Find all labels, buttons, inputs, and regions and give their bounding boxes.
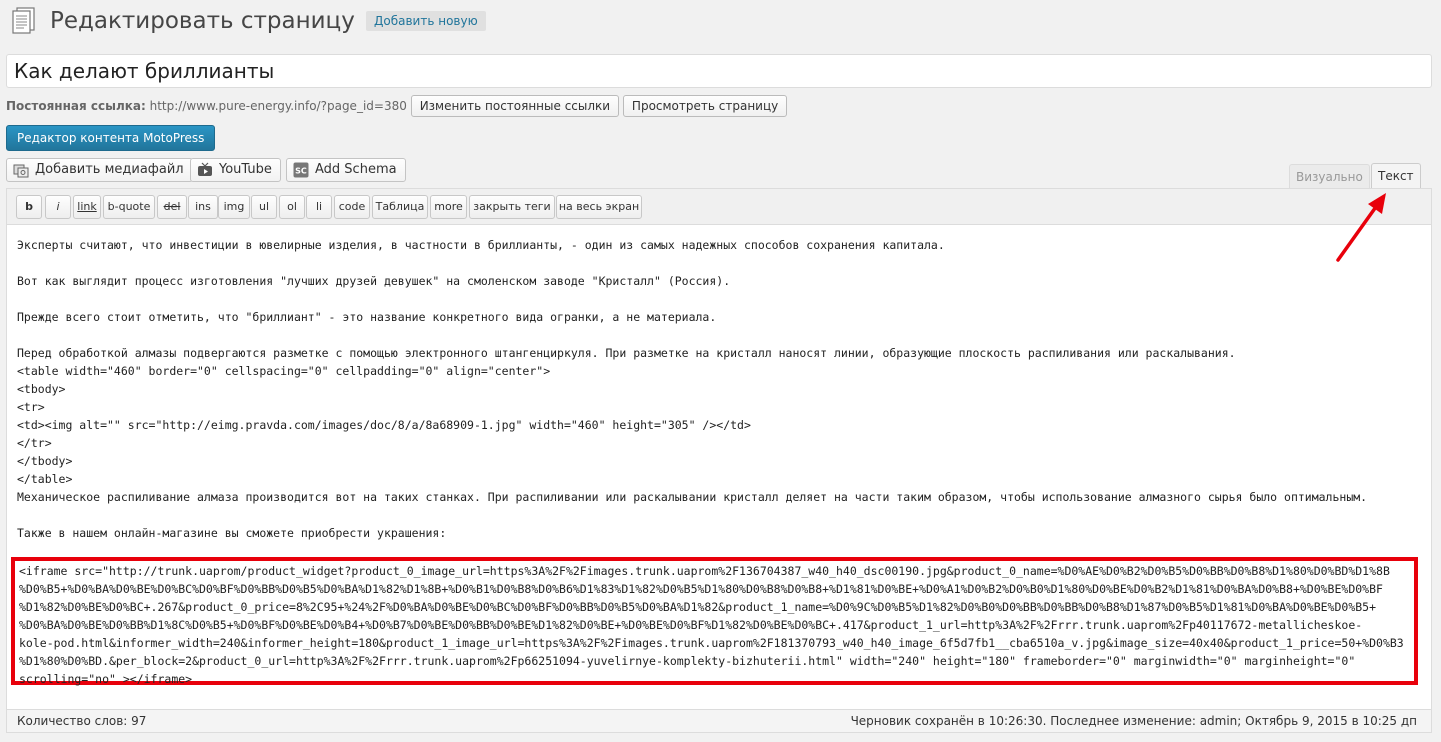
qt-ins-button[interactable]: ins bbox=[188, 195, 218, 219]
content-line: <td><img alt="" src="http://eimg.pravda.… bbox=[17, 418, 751, 432]
qt-ol-button[interactable]: ol bbox=[279, 195, 305, 219]
editor-content[interactable]: Эксперты считают, что инвестиции в ювели… bbox=[17, 236, 1422, 542]
youtube-icon bbox=[198, 162, 212, 176]
youtube-button[interactable]: YouTube bbox=[190, 158, 281, 182]
qt-code-button[interactable]: code bbox=[334, 195, 370, 219]
permalink-row: Постоянная ссылка: http://www.pure-energ… bbox=[6, 95, 788, 117]
qt-img-button[interactable]: img bbox=[218, 195, 250, 219]
content-line bbox=[17, 326, 1422, 344]
content-line: </table> bbox=[17, 472, 73, 486]
add-schema-button[interactable]: SC Add Schema bbox=[286, 158, 406, 182]
qt-li-button[interactable]: li bbox=[306, 195, 332, 219]
page-icon bbox=[8, 6, 38, 36]
content-line bbox=[17, 506, 1422, 524]
add-new-button[interactable]: Добавить новую bbox=[366, 11, 486, 31]
content-line: </tr> bbox=[17, 436, 52, 450]
page-title: Редактировать страницу bbox=[50, 8, 355, 34]
content-line bbox=[17, 290, 1422, 308]
iframe-line: %D1%82%D0%BE%D0%BC+.267&product_0_price=… bbox=[19, 600, 1377, 614]
qt-bold-button[interactable]: b bbox=[16, 195, 42, 219]
iframe-code-highlight: <iframe src="http://trunk.uaprom/product… bbox=[11, 557, 1418, 686]
content-line: <table width="460" border="0" cellspacin… bbox=[17, 364, 551, 378]
iframe-line: %D1%80%D0%BD.&per_block=2&product_0_url=… bbox=[19, 654, 1356, 668]
content-line bbox=[17, 254, 1422, 272]
qt-bquote-button[interactable]: b-quote bbox=[103, 195, 155, 219]
qt-close-tags-button[interactable]: закрыть теги bbox=[469, 195, 555, 219]
content-line: <tbody> bbox=[17, 382, 66, 396]
content-line: Эксперты считают, что инвестиции в ювели… bbox=[17, 238, 945, 252]
content-line: Вот как выглядит процесс изготовления "л… bbox=[17, 274, 731, 288]
content-line: Механическое распиливание алмаза произво… bbox=[17, 490, 1368, 504]
word-count: Количество слов: 97 bbox=[17, 714, 147, 728]
camera-icon bbox=[13, 164, 29, 178]
youtube-label: YouTube bbox=[219, 162, 272, 177]
tab-text[interactable]: Текст bbox=[1371, 163, 1421, 189]
qt-link-button[interactable]: link bbox=[73, 195, 101, 219]
qt-fullscreen-button[interactable]: на весь экран bbox=[556, 195, 642, 219]
post-title-input[interactable] bbox=[6, 54, 1432, 88]
svg-text:SC: SC bbox=[295, 167, 307, 176]
motopress-editor-button[interactable]: Редактор контента MotoPress bbox=[6, 125, 216, 151]
qt-table-button[interactable]: Таблица bbox=[372, 195, 428, 219]
autosave-status: Черновик сохранён в 10:26:30. Последнее … bbox=[850, 714, 1417, 728]
iframe-line: %D0%BA%D0%BE%D0%BB%D1%8C%D0%B5+%D0%BF%D0… bbox=[19, 618, 1363, 632]
iframe-line: <iframe src="http://trunk.uaprom/product… bbox=[19, 564, 1390, 578]
tab-visual[interactable]: Визуально bbox=[1289, 164, 1370, 189]
qt-italic-button[interactable]: i bbox=[45, 195, 71, 219]
qt-more-button[interactable]: more bbox=[430, 195, 467, 219]
iframe-line: kole-pod.html&informer_width=240&informe… bbox=[19, 636, 1404, 650]
add-media-label: Добавить медиафайл bbox=[35, 162, 184, 177]
permalink-url[interactable]: http://www.pure-energy.info/?page_id=380 bbox=[150, 99, 407, 113]
text-editor[interactable]: b i link b-quote del ins img ul ol li co… bbox=[6, 188, 1432, 733]
add-media-button[interactable]: Добавить медиафайл bbox=[6, 158, 193, 182]
change-permalinks-button[interactable]: Изменить постоянные ссылки bbox=[410, 95, 620, 117]
iframe-line: scrolling="no" ></iframe> bbox=[19, 672, 193, 686]
iframe-line: %D0%B5+%D0%BA%D0%BE%D0%BC%D0%BF%D0%BB%D0… bbox=[19, 582, 1383, 596]
content-line: Прежде всего стоит отметить, что "брилли… bbox=[17, 310, 717, 324]
content-line: <tr> bbox=[17, 400, 45, 414]
content-line: Также в нашем онлайн-магазине вы сможете… bbox=[17, 526, 447, 540]
qt-ul-button[interactable]: ul bbox=[251, 195, 277, 219]
view-page-button[interactable]: Просмотреть страницу bbox=[622, 95, 788, 117]
add-schema-label: Add Schema bbox=[315, 162, 397, 177]
content-line: Перед обработкой алмазы подвергаются раз… bbox=[17, 346, 1236, 360]
quicktags-toolbar: b i link b-quote del ins img ul ol li co… bbox=[7, 189, 1431, 225]
editor-status-bar: Количество слов: 97 Черновик сохранён в … bbox=[7, 709, 1431, 732]
qt-del-button[interactable]: del bbox=[157, 195, 187, 219]
schema-icon: SC bbox=[293, 162, 309, 178]
content-line: </tbody> bbox=[17, 454, 73, 468]
permalink-label: Постоянная ссылка: bbox=[6, 99, 146, 113]
red-arrow-icon bbox=[1332, 190, 1392, 270]
